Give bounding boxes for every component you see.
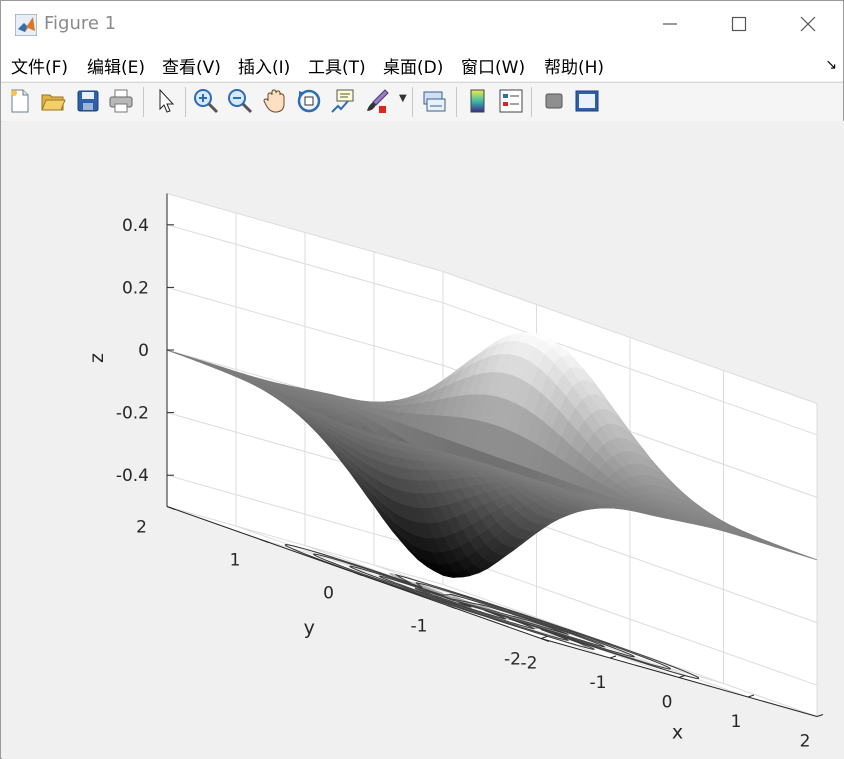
- y-tick-label: -1: [411, 617, 428, 637]
- x-axis-label: x: [672, 722, 683, 744]
- z-tick-label: 0.4: [122, 216, 149, 236]
- x-tick-label: -1: [590, 673, 607, 693]
- x-tick-label: 0: [662, 693, 673, 713]
- z-tick-label: 0: [138, 341, 149, 361]
- window-title: Figure 1: [44, 13, 117, 34]
- menu-insert[interactable]: 插入(I): [238, 53, 290, 78]
- rotate-3d-icon[interactable]: [295, 87, 323, 115]
- x-tick-label: -2: [521, 654, 538, 674]
- hide-plot-tools-icon[interactable]: [540, 87, 568, 115]
- close-icon: [800, 16, 816, 32]
- figure-window: Figure 1 文件(F) 编辑(E) 查看(V) 插入(I) 工具(T) 桌…: [0, 0, 844, 759]
- menu-window[interactable]: 窗口(W): [461, 53, 525, 78]
- brush-dropdown-icon[interactable]: ▼: [399, 93, 407, 104]
- insert-colorbar-icon[interactable]: [464, 87, 492, 115]
- surface-plot[interactable]: -2 -1 0 1 2 -2 -1 0 1 2 -0.4 -0.2 0 0.2 0.4 x y z: [2, 121, 844, 759]
- open-file-icon[interactable]: [39, 87, 67, 115]
- maximize-button[interactable]: [704, 1, 774, 47]
- y-tick-label: 0: [323, 584, 334, 604]
- toolbar-separator: [456, 87, 457, 117]
- toolbar-separator: [412, 87, 413, 117]
- z-tick-label: -0.4: [116, 466, 149, 486]
- link-plot-icon[interactable]: [420, 87, 448, 115]
- figure-toolbar: ▼: [1, 82, 843, 122]
- menu-view[interactable]: 查看(V): [162, 53, 221, 78]
- z-tick-label: 0.2: [122, 278, 149, 298]
- zoom-out-icon[interactable]: [226, 87, 254, 115]
- maximize-icon: [731, 16, 747, 32]
- data-cursor-icon[interactable]: [329, 87, 357, 115]
- menu-file[interactable]: 文件(F): [11, 53, 68, 78]
- brush-icon[interactable]: [363, 87, 391, 115]
- menu-edit[interactable]: 编辑(E): [87, 53, 145, 78]
- x-tick-label: 2: [800, 732, 811, 752]
- save-icon[interactable]: [74, 87, 102, 115]
- toolbar-separator: [185, 87, 186, 117]
- toolbar-separator: [143, 87, 144, 117]
- x-tick-label: 1: [731, 712, 742, 732]
- menu-desktop[interactable]: 桌面(D): [383, 53, 443, 78]
- x-tick-mark: [816, 714, 824, 717]
- select-pointer-icon[interactable]: [152, 87, 180, 115]
- menu-tools[interactable]: 工具(T): [308, 53, 366, 78]
- matlab-logo-icon: [15, 14, 37, 36]
- z-axis-label: z: [86, 353, 108, 363]
- y-tick-label: 1: [230, 551, 241, 571]
- minimize-icon: [663, 23, 677, 25]
- show-plot-tools-icon[interactable]: [573, 87, 601, 115]
- y-tick-label: -2: [504, 650, 521, 670]
- figure-canvas: -2 -1 0 1 2 -2 -1 0 1 2 -0.4 -0.2 0 0.2 0.4 x y z: [2, 121, 844, 759]
- dock-arrow-icon[interactable]: ↘: [825, 57, 837, 73]
- pan-hand-icon[interactable]: [261, 87, 289, 115]
- zoom-in-icon[interactable]: [192, 87, 220, 115]
- insert-legend-icon[interactable]: [497, 87, 525, 115]
- menu-bar: 文件(F) 编辑(E) 查看(V) 插入(I) 工具(T) 桌面(D) 窗口(W…: [1, 47, 843, 81]
- new-figure-icon[interactable]: [6, 87, 34, 115]
- toolbar-separator: [531, 87, 532, 117]
- menu-help[interactable]: 帮助(H): [544, 53, 604, 78]
- minimize-button[interactable]: [635, 1, 705, 47]
- y-axis-label: y: [304, 617, 315, 639]
- close-button[interactable]: [773, 1, 843, 47]
- z-tick-label: -0.2: [116, 404, 149, 424]
- title-bar[interactable]: Figure 1: [1, 1, 843, 47]
- print-icon[interactable]: [107, 87, 135, 115]
- y-tick-label: 2: [136, 518, 147, 538]
